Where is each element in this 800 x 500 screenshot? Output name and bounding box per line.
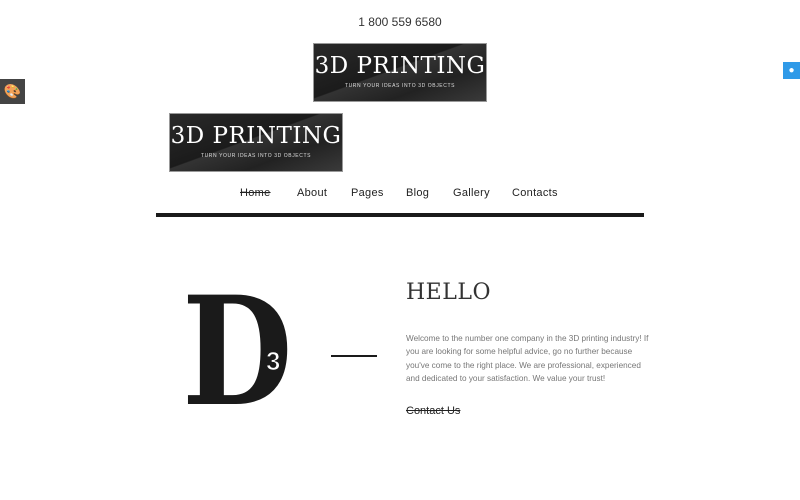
user-icon[interactable]: ● <box>783 62 800 79</box>
hero-text: Welcome to the number one company in the… <box>406 334 649 384</box>
nav-divider <box>156 213 644 217</box>
nav-blog[interactable]: Blog <box>406 187 429 199</box>
logo-tagline: TURN YOUR IDEAS INTO 3D OBJECTS <box>200 153 312 159</box>
nav-gallery[interactable]: Gallery <box>453 187 490 199</box>
nav-about[interactable]: About <box>297 187 327 199</box>
nav-home[interactable]: Home <box>240 187 271 199</box>
logo-title: 3D PRINTING <box>314 53 486 79</box>
logo-secondary[interactable]: 3D PRINTING TURN YOUR IDEAS INTO 3D OBJE… <box>169 113 343 172</box>
phone-number: 1 800 559 6580 <box>358 15 442 29</box>
nav-pages[interactable]: Pages <box>351 187 384 199</box>
logo[interactable]: 3D PRINTING TURN YOUR IDEAS INTO 3D OBJE… <box>313 43 487 102</box>
contact-us-link[interactable]: Contact Us <box>406 405 460 417</box>
hero-dash <box>331 355 377 357</box>
hero-superscript: 3 <box>265 346 281 377</box>
logo-tagline: TURN YOUR IDEAS INTO 3D OBJECTS <box>344 83 456 89</box>
logo-title: 3D PRINTING <box>170 123 342 149</box>
hero-heading: HELLO <box>406 280 491 305</box>
palette-icon[interactable]: 🎨 <box>0 79 25 104</box>
nav-contacts[interactable]: Contacts <box>512 187 558 199</box>
